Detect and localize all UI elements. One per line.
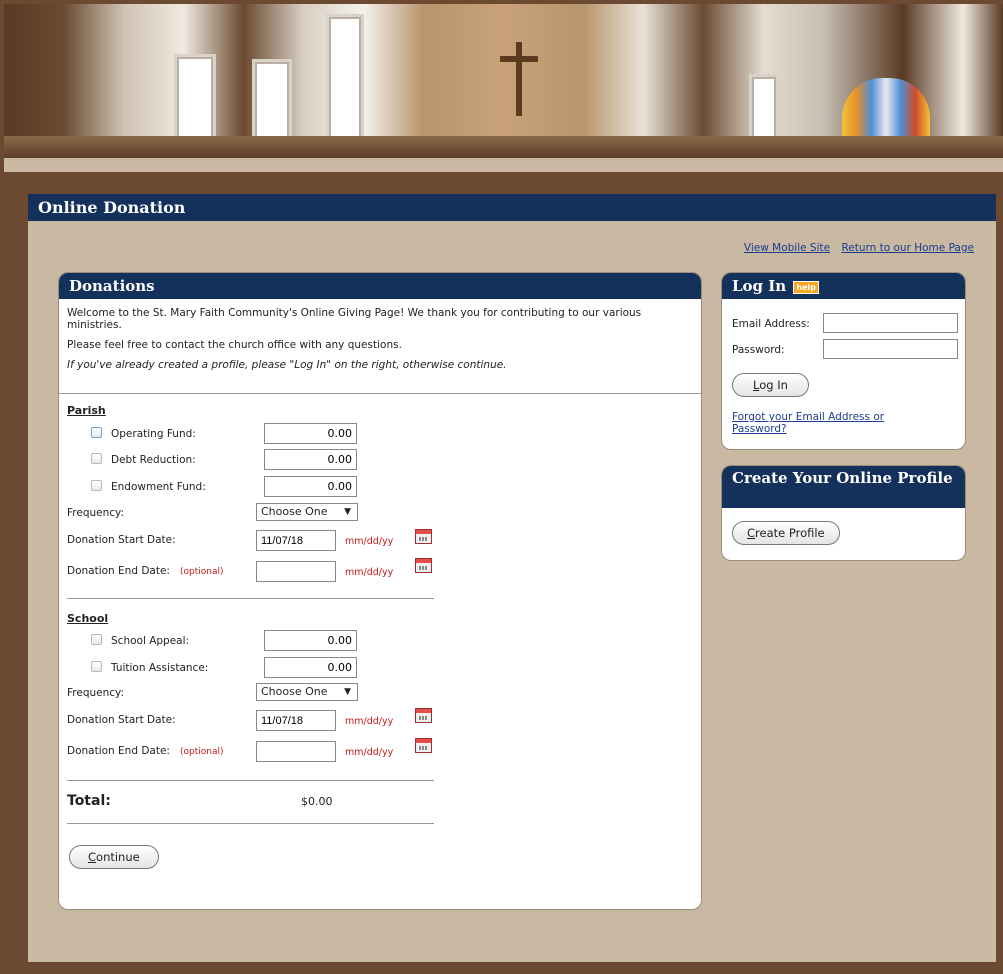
login-button[interactable]: Log In: [732, 373, 809, 397]
password-label: Password:: [732, 344, 785, 356]
school-frequency-select[interactable]: Choose One ▼: [256, 683, 358, 701]
operating-fund-checkbox[interactable]: [91, 427, 102, 438]
school-section-title: School: [67, 612, 109, 625]
total-label: Total:: [67, 793, 111, 809]
parish-start-date-format: mm/dd/yy: [345, 536, 394, 547]
cross-icon: [516, 42, 522, 116]
password-field[interactable]: [823, 339, 958, 359]
donations-header: Donations: [59, 273, 701, 299]
fund-row-tuition: Tuition Assistance:: [59, 657, 701, 679]
dropdown-arrow-icon: ▼: [344, 687, 351, 697]
intro-text: Welcome to the St. Mary Faith Community'…: [67, 307, 642, 331]
parish-start-date-input[interactable]: [256, 530, 336, 551]
page-title: Online Donation: [28, 194, 996, 221]
calendar-icon[interactable]: [415, 529, 432, 544]
calendar-icon[interactable]: [415, 738, 432, 753]
help-badge[interactable]: help: [793, 280, 820, 294]
top-links: View Mobile Site Return to our Home Page: [736, 242, 974, 254]
debt-reduction-label: Debt Reduction:: [111, 454, 196, 466]
school-appeal-amount-input[interactable]: [264, 630, 357, 651]
parish-end-date-label: Donation End Date: (optional): [67, 565, 223, 577]
parish-start-date-label: Donation Start Date:: [67, 534, 176, 546]
fund-row-debt: Debt Reduction:: [59, 449, 701, 471]
school-end-date-input[interactable]: [256, 741, 336, 762]
calendar-icon[interactable]: [415, 558, 432, 573]
login-box: Log In help Email Address: Password: Log…: [721, 272, 966, 450]
fund-row-operating: Operating Fund:: [59, 423, 701, 445]
church-banner-image: [4, 4, 1003, 158]
parish-frequency-label: Frequency:: [67, 507, 125, 519]
banner-floor: [4, 136, 1003, 158]
tuition-assistance-checkbox[interactable]: [91, 661, 102, 672]
end-date-label-text: Donation End Date:: [67, 565, 170, 577]
login-hint-text: If you've already created a profile, ple…: [67, 359, 507, 371]
return-home-link[interactable]: Return to our Home Page: [841, 242, 974, 254]
parish-section-title: Parish: [67, 404, 106, 417]
fund-row-endowment: Endowment Fund:: [59, 476, 701, 498]
school-end-date-format: mm/dd/yy: [345, 747, 394, 758]
continue-label: ontinue: [96, 850, 140, 864]
donations-body: Welcome to the St. Mary Faith Community'…: [59, 299, 701, 371]
main-panel: Online Donation View Mobile Site Return …: [28, 194, 996, 962]
cross-bar: [500, 56, 538, 62]
calendar-icon[interactable]: [415, 708, 432, 723]
create-profile-button[interactable]: Create Profile: [732, 521, 840, 545]
school-frequency-value: Choose One: [261, 685, 328, 698]
debt-reduction-checkbox[interactable]: [91, 453, 102, 464]
school-appeal-checkbox[interactable]: [91, 634, 102, 645]
create-profile-header: Create Your Online Profile: [722, 466, 965, 508]
end-date-label-text: Donation End Date:: [67, 745, 170, 757]
divider: [67, 780, 434, 781]
dropdown-arrow-icon: ▼: [344, 507, 351, 517]
contact-text: Please feel free to contact the church o…: [67, 339, 402, 351]
endowment-fund-label: Endowment Fund:: [111, 481, 206, 493]
divider: [67, 598, 434, 599]
divider: [67, 823, 434, 824]
continue-button[interactable]: Continue: [69, 845, 159, 869]
email-label: Email Address:: [732, 318, 810, 330]
parish-frequency-select[interactable]: Choose One ▼: [256, 503, 358, 521]
school-start-date-input[interactable]: [256, 710, 336, 731]
tuition-assistance-amount-input[interactable]: [264, 657, 357, 678]
email-field[interactable]: [823, 313, 958, 333]
create-profile-access-key: C: [747, 526, 756, 540]
continue-access-key: C: [88, 850, 97, 864]
login-header-text: Log In: [732, 277, 787, 295]
operating-fund-amount-input[interactable]: [264, 423, 357, 444]
school-frequency-label: Frequency:: [67, 687, 125, 699]
total-value: $0.00: [301, 795, 333, 808]
debt-reduction-amount-input[interactable]: [264, 449, 357, 470]
operating-fund-label: Operating Fund:: [111, 428, 196, 440]
optional-tag: (optional): [179, 567, 224, 577]
view-mobile-site-link[interactable]: View Mobile Site: [744, 242, 830, 254]
login-button-label: og In: [759, 378, 788, 392]
login-header: Log In help: [722, 273, 965, 299]
endowment-fund-checkbox[interactable]: [91, 480, 102, 491]
optional-tag: (optional): [179, 747, 224, 757]
endowment-fund-amount-input[interactable]: [264, 476, 357, 497]
school-end-date-label: Donation End Date: (optional): [67, 745, 223, 757]
create-profile-button-label: reate Profile: [755, 526, 825, 540]
school-start-date-format: mm/dd/yy: [345, 716, 394, 727]
stained-glass-window: [842, 78, 930, 144]
parish-frequency-value: Choose One: [261, 505, 328, 518]
banner-window: [326, 14, 364, 149]
divider: [59, 393, 701, 394]
school-start-date-label: Donation Start Date:: [67, 714, 176, 726]
tuition-assistance-label: Tuition Assistance:: [111, 662, 209, 674]
school-appeal-label: School Appeal:: [111, 635, 190, 647]
banner-band: [4, 158, 1003, 172]
forgot-credentials-link[interactable]: Forgot your Email Address or Password?: [732, 411, 922, 435]
parish-end-date-input[interactable]: [256, 561, 336, 582]
parish-end-date-format: mm/dd/yy: [345, 567, 394, 578]
donations-box: Donations Welcome to the St. Mary Faith …: [58, 272, 702, 910]
fund-row-school-appeal: School Appeal:: [59, 630, 701, 652]
create-profile-box: Create Your Online Profile Create Profil…: [721, 465, 966, 561]
